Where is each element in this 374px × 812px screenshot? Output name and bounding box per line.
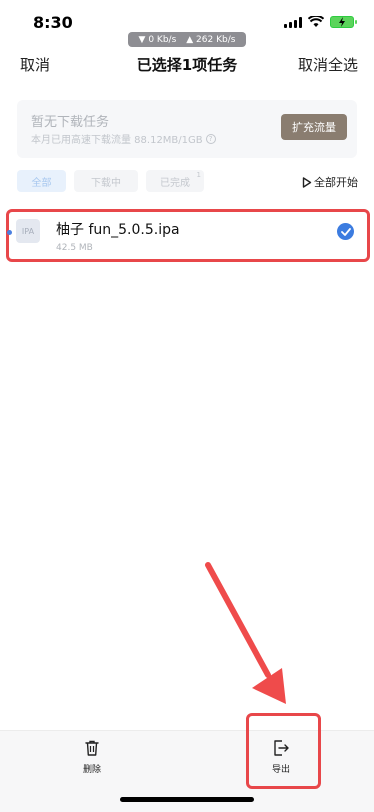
expand-traffic-button[interactable]: 扩充流量 bbox=[281, 114, 347, 140]
tab-label: 下载中 bbox=[91, 177, 121, 189]
status-bar: 8:30 ▼ 0 Kb/s ▲ 262 Kb/s bbox=[0, 0, 374, 50]
home-indicator bbox=[120, 797, 254, 802]
delete-label: 删除 bbox=[83, 765, 102, 775]
help-icon[interactable]: ? bbox=[205, 133, 216, 144]
traffic-usage-text: 本月已用高速下载流量 88.12MB/1GB bbox=[31, 135, 203, 146]
tab-badge: 1 bbox=[196, 171, 201, 179]
file-size: 42.5 MB bbox=[56, 243, 93, 253]
upload-speed: ▲ 262 Kb/s bbox=[186, 34, 236, 45]
play-icon bbox=[302, 176, 312, 188]
tab-label: 已完成 bbox=[160, 177, 190, 189]
battery-charging-icon bbox=[330, 16, 357, 28]
navigation-bar: 取消 已选择1项任务 取消全选 bbox=[0, 52, 374, 78]
export-highlight-box bbox=[246, 713, 321, 789]
start-all-label: 全部开始 bbox=[314, 176, 358, 189]
tab-all[interactable]: 全部 bbox=[17, 170, 66, 192]
delete-button[interactable]: 删除 bbox=[83, 739, 101, 775]
ipa-file-icon: IPA bbox=[16, 219, 40, 243]
selected-check-icon[interactable] bbox=[337, 223, 354, 240]
deselect-all-button[interactable]: 取消全选 bbox=[298, 54, 358, 75]
filter-tabs: 全部 下载中 已完成 1 bbox=[17, 170, 204, 192]
tab-completed[interactable]: 已完成 1 bbox=[146, 170, 204, 192]
selection-dot bbox=[7, 230, 12, 235]
tab-label: 全部 bbox=[31, 177, 52, 189]
wifi-icon bbox=[308, 16, 324, 27]
traffic-banner: 暂无下载任务 本月已用高速下载流量 88.12MB/1GB ? 扩充流量 bbox=[17, 100, 357, 158]
banner-title: 暂无下载任务 bbox=[31, 115, 110, 130]
signal-icon bbox=[284, 16, 302, 28]
file-name: 柚子 fun_5.0.5.ipa bbox=[56, 222, 180, 238]
status-time: 8:30 bbox=[33, 13, 73, 32]
banner-subtitle: 本月已用高速下载流量 88.12MB/1GB ? bbox=[31, 131, 216, 146]
network-speed-pill: ▼ 0 Kb/s ▲ 262 Kb/s bbox=[128, 32, 246, 47]
start-all-button[interactable]: 全部开始 bbox=[302, 174, 358, 190]
trash-icon bbox=[85, 740, 99, 756]
status-icons bbox=[284, 16, 357, 28]
tab-downloading[interactable]: 下载中 bbox=[74, 170, 138, 192]
download-speed: ▼ 0 Kb/s bbox=[138, 34, 177, 45]
